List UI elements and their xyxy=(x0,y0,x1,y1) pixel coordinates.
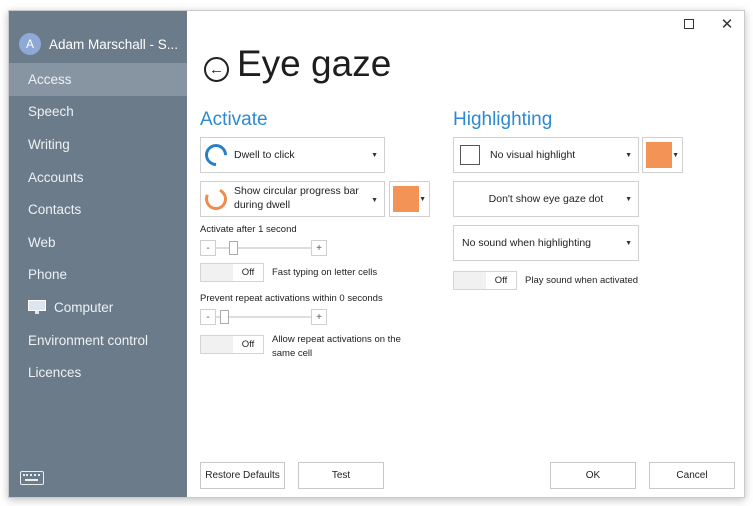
slider-track xyxy=(216,316,311,318)
ok-button[interactable]: OK xyxy=(550,462,636,489)
play-sound-toggle[interactable]: Off xyxy=(453,271,517,290)
sidebar-item-accounts[interactable]: Accounts xyxy=(9,161,187,194)
sidebar-item-computer[interactable]: Computer xyxy=(9,291,187,324)
progress-color-picker[interactable]: ▼ xyxy=(389,181,430,217)
chevron-down-icon: ▼ xyxy=(371,197,378,204)
sidebar-item-contacts[interactable]: Contacts xyxy=(9,193,187,226)
dwell-mode-value: Dwell to click xyxy=(234,149,295,161)
prevent-repeat-label: Prevent repeat activations within 0 seco… xyxy=(200,293,383,304)
activate-heading: Activate xyxy=(200,109,268,130)
chevron-down-icon: ▼ xyxy=(419,196,426,203)
fast-typing-toggle[interactable]: Off xyxy=(200,263,264,282)
allow-repeat-label: Allow repeat activations on the same cel… xyxy=(272,334,401,359)
eye-gaze-dot-dropdown[interactable]: Don't show eye gaze dot ▼ xyxy=(453,181,639,217)
toggle-knob xyxy=(201,264,233,281)
toggle-state: Off xyxy=(233,336,263,353)
sidebar-item-web[interactable]: Web xyxy=(9,226,187,259)
slider-thumb[interactable] xyxy=(229,241,238,255)
close-button[interactable]: ✕ xyxy=(717,15,737,33)
highlight-sound-value: No sound when highlighting xyxy=(462,237,592,249)
slider-thumb[interactable] xyxy=(220,310,229,324)
toggle-state: Off xyxy=(486,272,516,289)
chevron-down-icon: ▼ xyxy=(625,152,632,159)
prevent-repeat-slider[interactable]: - + xyxy=(200,309,327,325)
fast-typing-label: Fast typing on letter cells xyxy=(272,267,378,278)
toggle-knob xyxy=(201,336,233,353)
test-button[interactable]: Test xyxy=(298,462,384,489)
circular-progress-icon xyxy=(201,184,231,214)
progress-style-dropdown[interactable]: Show circular progress bar during dwell … xyxy=(200,181,385,217)
sidebar-item-phone[interactable]: Phone xyxy=(9,259,187,292)
back-arrow-icon[interactable]: ← xyxy=(204,57,229,82)
dwell-mode-dropdown[interactable]: Dwell to click ▼ xyxy=(200,137,385,173)
increase-button[interactable]: + xyxy=(311,240,327,256)
visual-highlight-value: No visual highlight xyxy=(490,149,576,161)
sidebar-item-label: Computer xyxy=(54,299,114,315)
highlight-sound-dropdown[interactable]: No sound when highlighting ▼ xyxy=(453,225,639,261)
sidebar-item-environment-control[interactable]: Environment control xyxy=(9,324,187,357)
close-icon: ✕ xyxy=(720,16,734,33)
color-swatch xyxy=(393,186,419,212)
decrease-button[interactable]: - xyxy=(200,240,216,256)
page-title: Eye gaze xyxy=(237,43,392,84)
highlighting-heading: Highlighting xyxy=(453,109,553,130)
eye-gaze-settings-window: A Adam Marschall - S... Access Speech Wr… xyxy=(8,10,745,498)
decrease-button[interactable]: - xyxy=(200,309,216,325)
increase-button[interactable]: + xyxy=(311,309,327,325)
eye-gaze-dot-value: Don't show eye gaze dot xyxy=(488,193,604,205)
chevron-down-icon: ▼ xyxy=(625,196,632,203)
play-sound-label: Play sound when activated xyxy=(525,275,639,286)
sidebar-item-writing[interactable]: Writing xyxy=(9,128,187,161)
sidebar: A Adam Marschall - S... Access Speech Wr… xyxy=(9,11,187,497)
visual-highlight-dropdown[interactable]: No visual highlight ▼ xyxy=(453,137,639,173)
sidebar-item-speech[interactable]: Speech xyxy=(9,96,187,129)
sidebar-nav: Access Speech Writing Accounts Contacts … xyxy=(9,63,187,389)
maximize-icon xyxy=(684,19,694,29)
highlight-color-picker[interactable]: ▼ xyxy=(642,137,683,173)
keyboard-icon[interactable] xyxy=(20,471,44,485)
cancel-button[interactable]: Cancel xyxy=(649,462,735,489)
avatar: A xyxy=(19,33,41,55)
sidebar-item-access[interactable]: Access xyxy=(9,63,187,96)
highlight-style-icon xyxy=(460,145,480,165)
chevron-down-icon: ▼ xyxy=(625,240,632,247)
chevron-down-icon: ▼ xyxy=(371,152,378,159)
allow-repeat-toggle[interactable]: Off xyxy=(200,335,264,354)
maximize-button[interactable] xyxy=(679,15,699,33)
restore-defaults-button[interactable]: Restore Defaults xyxy=(200,462,285,489)
activate-after-slider[interactable]: - + xyxy=(200,240,327,256)
computer-icon xyxy=(28,299,46,315)
chevron-down-icon: ▼ xyxy=(672,152,679,159)
user-name: Adam Marschall - S... xyxy=(49,36,179,52)
user-account[interactable]: A Adam Marschall - S... xyxy=(19,33,178,55)
toggle-knob xyxy=(454,272,486,289)
dwell-icon xyxy=(200,139,232,171)
activate-after-label: Activate after 1 second xyxy=(200,224,297,235)
toggle-state: Off xyxy=(233,264,263,281)
sidebar-item-licences[interactable]: Licences xyxy=(9,356,187,389)
progress-style-value: Show circular progress bar during dwell xyxy=(234,185,359,211)
color-swatch xyxy=(646,142,672,168)
